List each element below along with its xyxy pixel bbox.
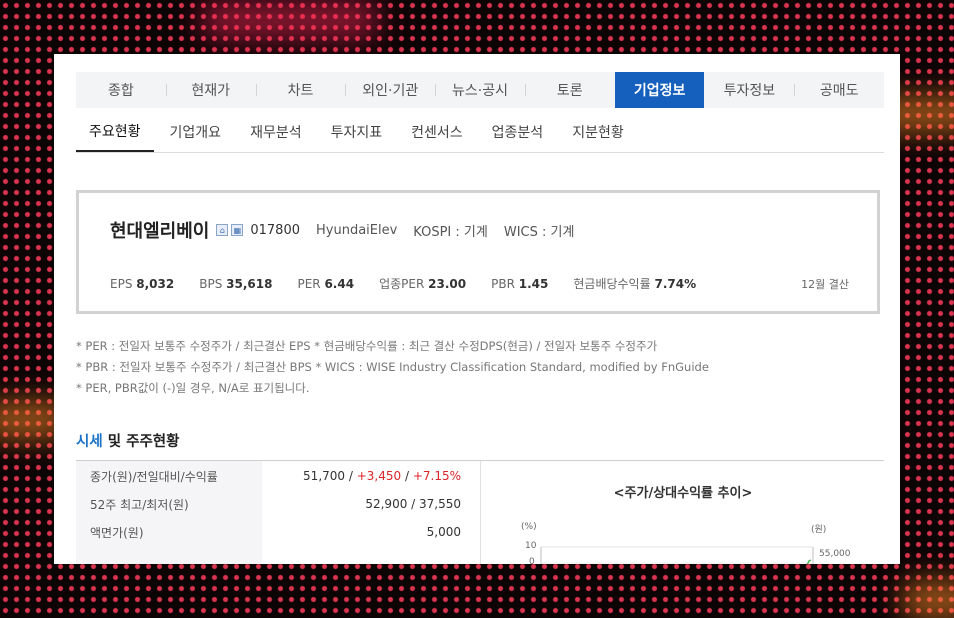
row-label: 종가(원)/전일대비/수익률 bbox=[76, 461, 262, 491]
section-title-highlight: 시세 bbox=[76, 434, 103, 450]
footnote: * PER, PBR값이 (-)일 경우, N/A로 표기됩니다. bbox=[76, 381, 310, 395]
tab-summary[interactable]: 종합 bbox=[76, 72, 166, 108]
english-name: HyundaiElev bbox=[316, 222, 398, 238]
tab-investment-info[interactable]: 투자정보 bbox=[704, 72, 794, 108]
subtab-company-overview[interactable]: 기업개요 bbox=[157, 112, 235, 152]
price-info-section: 종가(원)/전일대비/수익률 51,700 / +3,450 / +7.15% … bbox=[76, 460, 884, 564]
price-chart-plot bbox=[540, 546, 814, 564]
tab-chart[interactable]: 차트 bbox=[255, 72, 346, 108]
main-tab-bar: 종합 현재가 차트 외인·기관 뉴스·공시 토론 기업정보 투자정보 공매도 bbox=[76, 72, 884, 108]
price-table: 종가(원)/전일대비/수익률 51,700 / +3,450 / +7.15% … bbox=[76, 461, 480, 564]
section-title-rest: 및 주주현황 bbox=[102, 434, 180, 450]
fiscal-closing: 12월 결산 bbox=[801, 278, 849, 291]
footnote: * PER : 전일자 보통주 수정주가 / 최근결산 EPS * 현금배당수익… bbox=[76, 339, 658, 353]
company-header: 현대엘리베이 ⌂ ▦ 017800 HyundaiElev KOSPI : 기계… bbox=[110, 217, 590, 243]
tab-discussion[interactable]: 토론 bbox=[524, 72, 615, 108]
metric-industry-per: 업종PER 23.00 bbox=[379, 277, 467, 291]
footnote: * PBR : 전일자 보통주 수정주가 / 최근결산 BPS * WICS :… bbox=[76, 360, 709, 374]
bg-glow bbox=[200, 0, 380, 40]
tab-news-disclosure[interactable]: 뉴스·공시 bbox=[435, 72, 525, 108]
metric-eps: EPS 8,032 bbox=[110, 276, 175, 291]
subtab-industry-analysis[interactable]: 업종분석 bbox=[479, 112, 557, 152]
content-panel: 종합 현재가 차트 외인·기관 뉴스·공시 토론 기업정보 투자정보 공매도 주… bbox=[54, 54, 900, 564]
row-label: 52주 최고/최저(원) bbox=[76, 489, 262, 519]
row-label: 액면가(원) bbox=[76, 517, 262, 547]
subtab-financial-analysis[interactable]: 재무분석 bbox=[237, 112, 315, 152]
building-icon[interactable]: ▦ bbox=[231, 224, 244, 236]
tab-foreign-institution[interactable]: 외인·기관 bbox=[345, 72, 435, 108]
table-row: 52주 최고/최저(원) 52,900 / 37,550 bbox=[76, 489, 480, 519]
subtab-shareholding[interactable]: 지분현황 bbox=[559, 112, 637, 152]
price-change: +3,450 bbox=[356, 469, 402, 483]
price-chart-panel: <주가/상대수익률 추이> (%) (원) 10 0 55,000 bbox=[480, 461, 885, 564]
metric-bps: BPS 35,618 bbox=[199, 276, 273, 291]
row-value: 5,000 bbox=[426, 525, 461, 539]
footnotes: * PER : 전일자 보통주 수정주가 / 최근결산 EPS * 현금배당수익… bbox=[76, 336, 709, 399]
sub-tab-bar: 주요현황 기업개요 재무분석 투자지표 컨센서스 업종분석 지분현황 bbox=[76, 112, 884, 153]
metrics-row: EPS 8,032 BPS 35,618 PER 6.44 업종PER 23.0… bbox=[110, 275, 721, 292]
tab-current-price[interactable]: 현재가 bbox=[165, 72, 256, 108]
metric-pbr: PBR 1.45 bbox=[491, 276, 549, 291]
tab-short-selling[interactable]: 공매도 bbox=[794, 72, 884, 108]
tab-company-info[interactable]: 기업정보 bbox=[614, 72, 705, 108]
market-sector: KOSPI : 기계 bbox=[413, 224, 488, 240]
subtab-consensus[interactable]: 컨센서스 bbox=[398, 112, 476, 152]
company-name: 현대엘리베이 bbox=[110, 221, 210, 242]
wics-sector: WICS : 기계 bbox=[503, 224, 575, 240]
subtab-investment-indicators[interactable]: 투자지표 bbox=[318, 112, 396, 152]
home-icon[interactable]: ⌂ bbox=[216, 224, 229, 236]
table-row: 종가(원)/전일대비/수익률 51,700 / +3,450 / +7.15% bbox=[76, 461, 480, 491]
table-row-fill bbox=[76, 545, 262, 564]
price-return: +7.15% bbox=[412, 469, 461, 483]
row-value: 51,700 / +3,450 / +7.15% bbox=[303, 469, 461, 483]
row-value: 52,900 / 37,550 bbox=[365, 497, 461, 511]
metric-dividend-yield: 현금배당수익률 7.74% bbox=[573, 277, 697, 291]
stock-code: 017800 bbox=[250, 222, 300, 238]
subtab-key-status[interactable]: 주요현황 bbox=[76, 112, 154, 152]
metric-per: PER 6.44 bbox=[297, 276, 355, 291]
table-row: 액면가(원) 5,000 bbox=[76, 517, 480, 547]
bg-glow bbox=[900, 580, 954, 618]
section-title: 시세 및 주주현황 bbox=[76, 430, 179, 451]
company-summary-box: 현대엘리베이 ⌂ ▦ 017800 HyundaiElev KOSPI : 기계… bbox=[76, 190, 880, 314]
